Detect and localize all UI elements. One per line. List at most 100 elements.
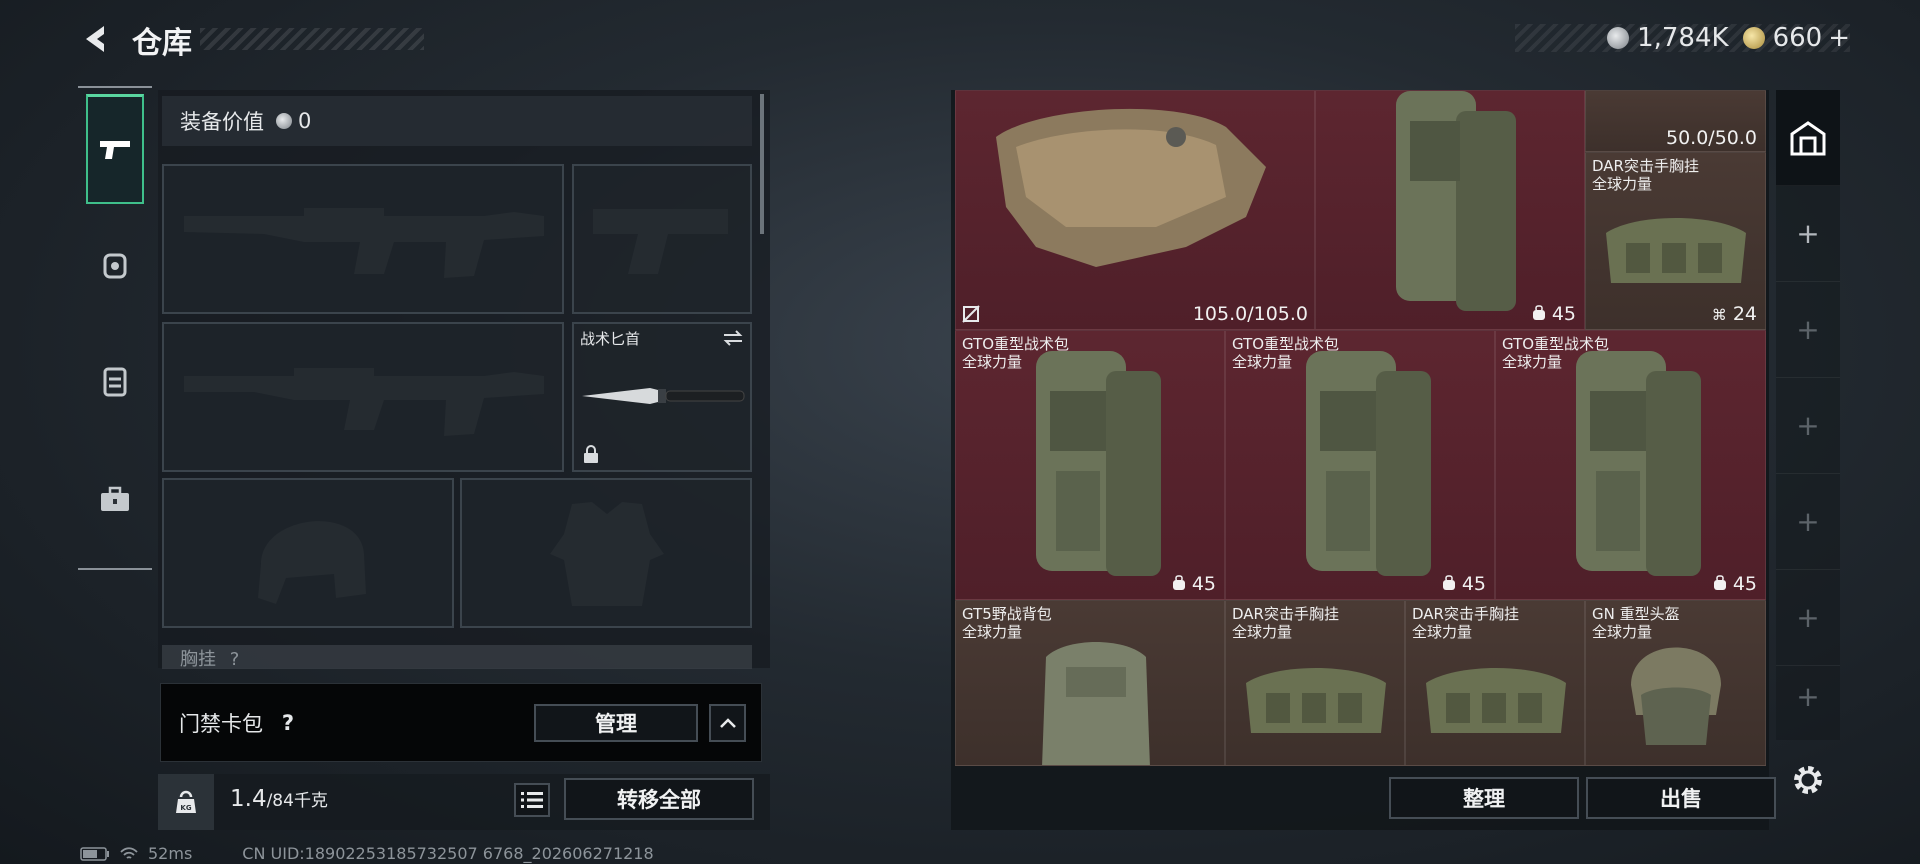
gold-currency[interactable]: 660 + bbox=[1742, 23, 1850, 53]
armor-silhouette-icon bbox=[550, 502, 664, 606]
item-cell-field-backpack[interactable]: GT5野战背包 全球力量 bbox=[955, 600, 1225, 766]
secondary-weapon-slot[interactable] bbox=[162, 322, 564, 472]
item-cell-chest-rig[interactable]: DAR突击手胸挂 全球力量 ⌘ 24 bbox=[1585, 152, 1766, 330]
svg-text:KG: KG bbox=[180, 804, 191, 812]
item-cell-helmet-partial[interactable]: 50.0/50.0 bbox=[1585, 90, 1766, 152]
rifle-silhouette-icon bbox=[184, 208, 544, 278]
item-capacity: 45 bbox=[1532, 303, 1576, 325]
item-cell-backpack[interactable]: GTO重型战术包 全球力量 45 bbox=[1225, 330, 1495, 600]
item-cell-backpack[interactable]: GTO重型战术包 全球力量 45 bbox=[1495, 330, 1766, 600]
wifi-icon bbox=[120, 846, 138, 859]
transfer-all-button[interactable]: 转移全部 bbox=[564, 778, 754, 820]
list-view-button[interactable] bbox=[514, 783, 550, 817]
add-storage-page-button[interactable]: + bbox=[1776, 282, 1840, 378]
equipment-value: 装备价值 0 bbox=[162, 96, 752, 146]
add-storage-page-button[interactable]: + bbox=[1776, 666, 1840, 726]
category-rail bbox=[78, 86, 152, 570]
item-capacity-value: 45 bbox=[1551, 303, 1576, 325]
item-name: DAR突击手胸挂 全球力量 bbox=[1412, 605, 1519, 641]
gold-plus[interactable]: + bbox=[1828, 23, 1850, 53]
backpack-image bbox=[1576, 351, 1701, 576]
add-storage-page-button[interactable]: + bbox=[1776, 570, 1840, 666]
chevron-up-icon bbox=[719, 718, 736, 728]
item-cell-chest-rig[interactable]: DAR突击手胸挂 全球力量 bbox=[1405, 600, 1585, 766]
item-name: DAR突击手胸挂 全球力量 bbox=[1592, 157, 1699, 193]
item-durability: 105.0/105.0 bbox=[1192, 303, 1308, 325]
equipment-scrollbar[interactable] bbox=[760, 94, 764, 234]
chest-rig-slot-header[interactable]: 胸挂 ? bbox=[162, 645, 752, 669]
ping-value: 52ms bbox=[148, 844, 193, 863]
rail-item-vest[interactable] bbox=[86, 326, 144, 436]
rail-item-helmet[interactable] bbox=[86, 210, 144, 320]
rail-divider bbox=[78, 568, 152, 570]
help-icon[interactable]: ? bbox=[277, 711, 299, 735]
item-capacity: 45 bbox=[1713, 573, 1757, 595]
item-slots: ⌘ 24 bbox=[1712, 303, 1757, 325]
gear-icon bbox=[1794, 766, 1822, 794]
manage-button[interactable]: 管理 bbox=[534, 704, 698, 742]
rig-icon: ⌘ bbox=[1711, 306, 1727, 324]
helmet-slot[interactable] bbox=[162, 478, 454, 628]
player-uid: CN UID:18902253185732507 6768_2026062712… bbox=[242, 844, 654, 863]
collapse-button[interactable] bbox=[709, 704, 746, 742]
toolbox-icon bbox=[101, 486, 129, 511]
warehouse-icon bbox=[1790, 120, 1826, 155]
vest-icon bbox=[103, 367, 127, 397]
item-capacity: 45 bbox=[1172, 573, 1216, 595]
gate-card-pack-label: 门禁卡包 bbox=[179, 711, 263, 736]
no-repair-icon bbox=[962, 305, 980, 323]
backpack-icon bbox=[1442, 575, 1455, 590]
item-slots-value: 24 bbox=[1732, 303, 1757, 325]
gold-coin-icon bbox=[1742, 27, 1765, 49]
item-cell-armor[interactable]: 105.0/105.0 bbox=[955, 90, 1315, 330]
primary-weapon-slot[interactable] bbox=[162, 164, 564, 314]
item-cell-backpack[interactable]: 45 bbox=[1315, 90, 1585, 330]
sell-button[interactable]: 出售 bbox=[1586, 777, 1776, 819]
chest-rig-hint: ? bbox=[229, 649, 240, 669]
item-cell-heavy-helmet[interactable]: GN 重型头盔 全球力量 bbox=[1585, 600, 1766, 766]
sort-button[interactable]: 整理 bbox=[1389, 777, 1579, 819]
pistol-slot[interactable] bbox=[572, 164, 752, 314]
silver-coin-icon bbox=[276, 113, 292, 129]
title-decoration bbox=[200, 28, 424, 50]
armor-vest-image bbox=[996, 108, 1266, 268]
add-storage-page-button[interactable]: + bbox=[1776, 474, 1840, 570]
backpack-image bbox=[1306, 351, 1431, 576]
battery-icon bbox=[80, 846, 109, 861]
storage-grid[interactable]: 105.0/105.0 45 50.0/50.0 DAR突击手胸挂 全球力量 ⌘ … bbox=[955, 90, 1766, 766]
status-strip: 52ms CN UID:18902253185732507 6768_20260… bbox=[80, 844, 654, 863]
add-storage-page-button[interactable]: + bbox=[1776, 378, 1840, 474]
item-cell-chest-rig[interactable]: DAR突击手胸挂 全球力量 bbox=[1225, 600, 1405, 766]
item-capacity: 45 bbox=[1442, 573, 1486, 595]
capacity-current: 1.4 bbox=[230, 786, 267, 812]
rail-item-weapons[interactable] bbox=[86, 94, 144, 204]
item-durability: 50.0/50.0 bbox=[1665, 127, 1757, 149]
item-name: GT5野战背包 全球力量 bbox=[962, 605, 1052, 641]
chest-rig-image bbox=[1606, 218, 1746, 283]
weight-icon-box: KG bbox=[158, 774, 214, 830]
storage-page-rail: + + + + + + bbox=[1776, 90, 1840, 740]
add-storage-page-button[interactable]: + bbox=[1776, 186, 1840, 282]
lock-icon bbox=[584, 445, 598, 463]
item-capacity-value: 45 bbox=[1461, 573, 1486, 595]
melee-slot[interactable]: 战术匕首 bbox=[572, 322, 752, 472]
pistol-silhouette-icon bbox=[593, 209, 728, 274]
back-button[interactable] bbox=[78, 22, 112, 56]
heavy-helmet-image bbox=[1631, 647, 1721, 745]
chest-rig-image bbox=[1426, 668, 1566, 733]
capacity-text: 1.4/84千克 bbox=[230, 786, 328, 812]
item-capacity-value: 45 bbox=[1732, 573, 1757, 595]
armor-slot[interactable] bbox=[460, 478, 752, 628]
item-cell-backpack[interactable]: GTO重型战术包 全球力量 45 bbox=[955, 330, 1225, 600]
item-capacity-value: 45 bbox=[1191, 573, 1216, 595]
backpack-icon bbox=[1172, 575, 1185, 590]
rifle-silhouette-icon bbox=[184, 368, 544, 436]
silver-currency: 1,784K bbox=[1607, 23, 1729, 53]
settings-button[interactable] bbox=[1790, 762, 1826, 798]
swap-icon[interactable] bbox=[722, 330, 744, 346]
rail-item-toolbox[interactable] bbox=[86, 444, 144, 554]
storage-page-main[interactable] bbox=[1776, 90, 1840, 186]
helmet-icon bbox=[103, 253, 127, 279]
pistol-icon bbox=[100, 140, 130, 159]
melee-slot-label: 战术匕首 bbox=[580, 330, 641, 348]
